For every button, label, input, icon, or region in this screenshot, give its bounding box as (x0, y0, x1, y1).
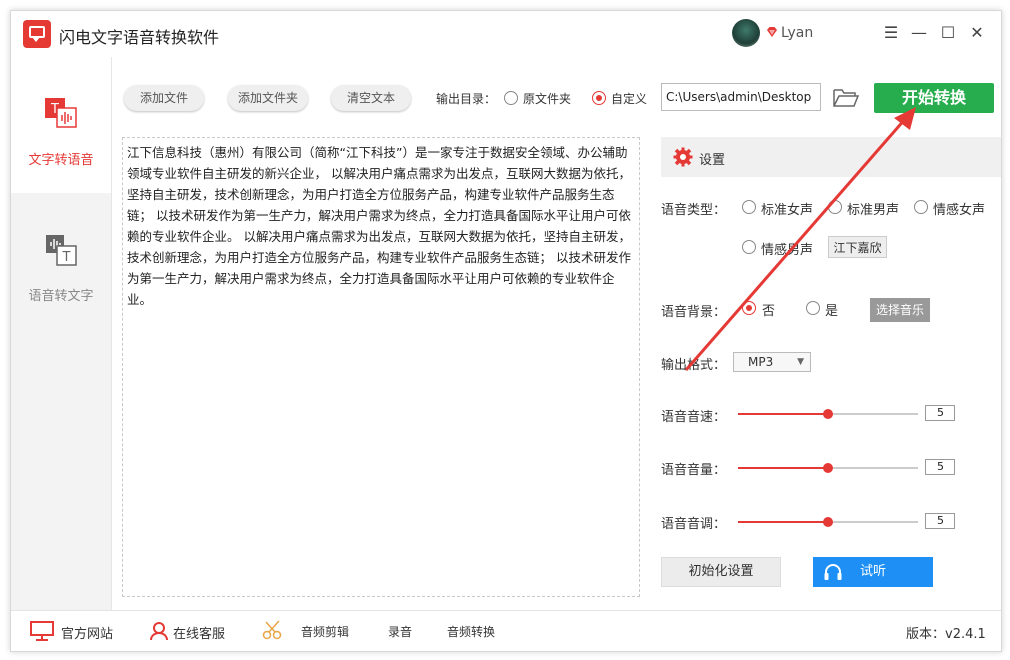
add-file-button[interactable]: 添加文件 (124, 85, 204, 111)
online-service-link[interactable]: 在线客服 (173, 623, 225, 642)
voice-type-label: 语音类型： (661, 203, 727, 218)
background-yes-radio[interactable] (806, 301, 820, 315)
background-no-label: 否 (762, 304, 776, 319)
background-yes-label: 是 (825, 304, 839, 319)
clear-text-button[interactable]: 清空文本 (331, 85, 411, 111)
output-format-label: 输出格式： (661, 358, 727, 373)
original-folder-label: 原文件夹 (523, 92, 572, 106)
avatar[interactable] (732, 19, 760, 47)
speed-label: 语音音速： (661, 410, 727, 425)
main-content: 添加文件 添加文件夹 清空文本 输出目录： 原文件夹 自定义 开始转换 江下信息… (112, 57, 1001, 610)
add-folder-button[interactable]: 添加文件夹 (228, 85, 308, 111)
volume-label: 语音音量： (661, 463, 727, 478)
voice-background-label: 语音背景： (661, 305, 727, 320)
user-name[interactable]: Lyan (781, 25, 813, 41)
gear-icon (673, 147, 693, 167)
version-label: 版本：v2.4.1 (906, 627, 986, 642)
maximize-icon[interactable]: ☐ (938, 23, 958, 43)
voice-emotional-male-radio[interactable] (742, 240, 756, 254)
close-icon[interactable]: ✕ (967, 23, 987, 43)
choose-music-button[interactable]: 选择音乐 (870, 298, 930, 322)
custom-folder-radio[interactable] (592, 91, 606, 105)
format-select[interactable]: MP3 ▼ (733, 352, 811, 372)
headphones-icon (824, 564, 842, 580)
folder-icon[interactable] (832, 87, 860, 109)
voice-option-label: 标准男声 (847, 203, 900, 218)
volume-value-input[interactable]: 5 (925, 459, 955, 475)
text-to-speech-icon: T (45, 98, 77, 128)
menu-icon[interactable]: ☰ (881, 23, 901, 43)
official-website-link[interactable]: 官方网站 (61, 623, 113, 642)
voice-option-label: 情感男声 (761, 243, 814, 258)
background-no-radio[interactable] (742, 301, 756, 315)
volume-slider-handle[interactable] (823, 463, 833, 473)
monitor-icon (30, 621, 54, 641)
voice-standard-male-radio[interactable] (828, 200, 842, 214)
speed-value-input[interactable]: 5 (925, 405, 955, 421)
vip-diamond-icon (767, 27, 777, 37)
voice-standard-female-radio[interactable] (742, 200, 756, 214)
output-path-input[interactable] (661, 83, 821, 111)
reset-settings-button[interactable]: 初始化设置 (661, 557, 781, 587)
pitch-slider[interactable] (738, 517, 918, 527)
settings-title: 设置 (699, 153, 726, 168)
original-folder-radio[interactable] (504, 91, 518, 105)
listen-button[interactable]: 试听 (813, 557, 933, 587)
pitch-label: 语音音调： (661, 517, 727, 532)
custom-folder-label: 自定义 (611, 92, 648, 106)
app-window: 闪电文字语音转换软件 Lyan ☰ — ☐ ✕ T 文字转语音 T 语音转文字 … (10, 10, 1002, 652)
scissors-icon (262, 620, 282, 640)
voice-emotional-female-radio[interactable] (914, 200, 928, 214)
pitch-value-input[interactable]: 5 (925, 513, 955, 529)
status-bar: 官方网站 在线客服 音频剪辑 录音 音频转换 版本：v2.4.1 (11, 610, 1001, 651)
minimize-icon[interactable]: — (909, 23, 929, 43)
settings-header: 设置 (661, 137, 1001, 177)
speech-to-text-icon: T (46, 235, 77, 266)
speed-slider-handle[interactable] (823, 409, 833, 419)
sidebar-item-label: 语音转文字 (28, 289, 94, 304)
voice-option-label: 情感女声 (933, 203, 986, 218)
app-title: 闪电文字语音转换软件 (59, 28, 220, 47)
speed-slider[interactable] (738, 409, 918, 419)
output-dir-label: 输出目录： (436, 92, 497, 106)
customer-service-icon (150, 622, 168, 641)
start-convert-button[interactable]: 开始转换 (874, 83, 994, 113)
sidebar-item-label: 文字转语音 (28, 153, 94, 168)
text-editor[interactable]: 江下信息科技（惠州）有限公司（简称“江下科技”）是一家专注于数据安全领域、办公辅… (122, 137, 640, 597)
sidebar: T 文字转语音 T 语音转文字 (11, 57, 112, 610)
voice-name-button[interactable]: 江下嘉欣 (828, 236, 887, 258)
pitch-slider-handle[interactable] (823, 517, 833, 527)
record-link[interactable]: 录音 (388, 623, 412, 640)
listen-label: 试听 (859, 564, 886, 579)
app-logo-icon (23, 20, 51, 48)
volume-slider[interactable] (738, 463, 918, 473)
chevron-down-icon: ▼ (797, 357, 804, 367)
title-bar: 闪电文字语音转换软件 Lyan ☰ — ☐ ✕ (11, 11, 1001, 57)
audio-edit-link[interactable]: 音频剪辑 (301, 623, 349, 640)
audio-convert-link[interactable]: 音频转换 (447, 623, 495, 640)
format-value: MP3 (748, 355, 774, 369)
voice-option-label: 标准女声 (761, 203, 814, 218)
svg-text:T: T (62, 250, 71, 265)
sidebar-item-speech-to-text[interactable]: T 语音转文字 (11, 193, 111, 329)
sidebar-item-text-to-speech[interactable]: T 文字转语音 (11, 57, 111, 193)
